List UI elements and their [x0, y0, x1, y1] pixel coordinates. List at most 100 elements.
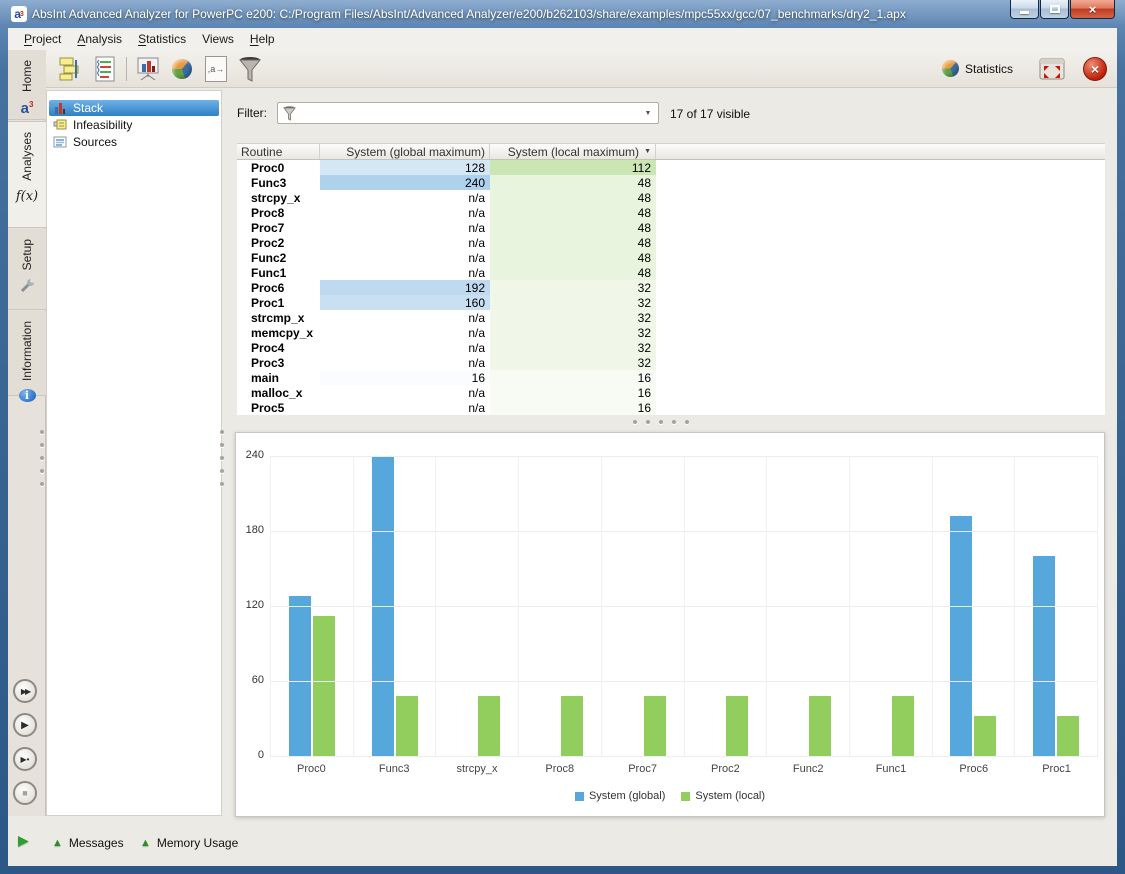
stack-chart-button[interactable]: [133, 54, 163, 84]
wrench-icon: [20, 279, 35, 293]
run-all-button[interactable]: ▶▶: [13, 679, 37, 703]
table-row[interactable]: Proc4 n/a 32: [237, 340, 1105, 355]
local-max-value: 48: [490, 205, 656, 220]
table-row[interactable]: main 16 16: [237, 370, 1105, 385]
table-row[interactable]: Proc0 128 112: [237, 160, 1105, 175]
tab-information[interactable]: Information i: [8, 311, 46, 403]
local-max-value: 112: [490, 160, 656, 175]
table-row[interactable]: Proc1 160 32: [237, 295, 1105, 310]
view-item-stack[interactable]: Stack: [49, 100, 219, 116]
call-graph-button[interactable]: [56, 54, 86, 84]
table-row[interactable]: memcpy_x n/a 32: [237, 325, 1105, 340]
filter-combobox[interactable]: ▼: [277, 102, 659, 124]
x-axis-labels: Proc0 Func3 strcpy_x Proc8 Proc7 Proc2 Func2 Fu…: [270, 763, 1098, 775]
table-row[interactable]: strcmp_x n/a 32: [237, 310, 1105, 325]
close-view-button[interactable]: ×: [1083, 56, 1107, 81]
menu-item-project[interactable]: Project: [16, 29, 69, 49]
x-axis-label: Proc6: [959, 763, 989, 775]
global-max-value: n/a: [468, 265, 485, 280]
splitter-handle-left[interactable]: [40, 430, 46, 486]
minimize-icon: [1020, 10, 1029, 14]
table-row[interactable]: Func1 n/a 48: [237, 265, 1105, 280]
x-axis-label: Func3: [378, 763, 410, 775]
filter-input[interactable]: [296, 104, 638, 122]
stop-button[interactable]: ■: [13, 781, 37, 805]
global-max-value: n/a: [468, 340, 485, 355]
menu-item-analysis[interactable]: Analysis: [69, 29, 130, 49]
splitter-handle-chart[interactable]: [633, 420, 689, 426]
menu-item-statistics[interactable]: Statistics: [130, 29, 194, 49]
table-row[interactable]: Proc6 192 32: [237, 280, 1105, 295]
routine-name: Func2: [251, 250, 287, 265]
chevron-down-icon[interactable]: ▼: [638, 103, 658, 123]
local-max-value: 48: [490, 175, 656, 190]
view-item-sources[interactable]: Sources: [49, 134, 219, 150]
report-list-icon: [95, 56, 115, 81]
filter-button[interactable]: [235, 54, 265, 84]
column-header-routine[interactable]: Routine: [237, 144, 320, 159]
table-row[interactable]: malloc_x n/a 16: [237, 385, 1105, 400]
infeasibility-view-icon: [53, 119, 67, 130]
run-button[interactable]: ▶: [13, 713, 37, 737]
messages-toggle[interactable]: ▲ Messages: [52, 836, 124, 850]
transport-controls: ▶▶ ▶ ▶• ■: [13, 679, 41, 815]
bar-Proc7: [643, 696, 666, 756]
local-max-value: 48: [490, 250, 656, 265]
sort-desc-icon: ▼: [644, 148, 651, 155]
info-icon: i: [18, 389, 36, 403]
table-row[interactable]: Func3 240 48: [237, 175, 1105, 190]
titlebar[interactable]: a3 AbsInt Advanced Analyzer for PowerPC …: [0, 0, 1125, 28]
open-messages-icon[interactable]: ▶: [18, 832, 29, 849]
close-icon: ×: [1088, 1, 1097, 17]
global-max-value: n/a: [468, 355, 485, 370]
x-axis-label: Proc1: [1042, 763, 1071, 775]
routine-name: Proc0: [251, 160, 285, 175]
local-max-value: 16: [490, 370, 656, 385]
view-item-infeasibility[interactable]: Infeasibility: [49, 117, 219, 133]
routine-name: strcpy_x: [251, 190, 301, 205]
bar-Func2: [809, 696, 832, 756]
table-row[interactable]: Proc7 n/a 48: [237, 220, 1105, 235]
pie-chart-button[interactable]: [167, 54, 197, 84]
run-all-icon: ▶▶: [20, 686, 31, 696]
column-header-global[interactable]: System (global maximum): [320, 144, 490, 159]
local-max-value: 48: [490, 265, 656, 280]
run-step-button[interactable]: ▶•: [13, 747, 37, 771]
local-max-value: 32: [490, 295, 656, 310]
table-body: Proc0 128 112 Func3 240 48 strcpy_x n/a 48 Proc8 n…: [237, 160, 1105, 415]
tab-analyses[interactable]: Analyses f(x): [8, 121, 46, 228]
local-max-value: 48: [490, 235, 656, 250]
memory-usage-toggle[interactable]: ▲ Memory Usage: [140, 836, 238, 850]
tab-home[interactable]: Home a3: [8, 50, 46, 120]
column-header-local[interactable]: System (local maximum) ▼: [490, 144, 656, 159]
global-max-value: 16: [320, 370, 490, 385]
table-row[interactable]: Proc3 n/a 32: [237, 355, 1105, 370]
fullscreen-button[interactable]: [1039, 58, 1065, 80]
tab-setup[interactable]: Setup: [8, 229, 46, 310]
maximize-button[interactable]: [1040, 0, 1069, 19]
table-row[interactable]: Proc8 n/a 48: [237, 205, 1105, 220]
export-values-button[interactable]: ,a →: [201, 54, 231, 84]
local-max-value: 32: [490, 355, 656, 370]
absint-logo-icon: a3: [20, 100, 34, 118]
stack-view-icon: [55, 103, 65, 114]
app-window: a3 AbsInt Advanced Analyzer for PowerPC …: [0, 0, 1125, 874]
triangle-up-icon: ▲: [140, 837, 151, 849]
local-max-value: 32: [490, 340, 656, 355]
report-button[interactable]: [90, 54, 120, 84]
minimize-button[interactable]: [1010, 0, 1039, 19]
table-row[interactable]: Proc5 n/a 16: [237, 400, 1105, 415]
menu-item-help[interactable]: Help: [242, 29, 283, 49]
statistics-button[interactable]: Statistics: [965, 62, 1013, 76]
menu-item-views[interactable]: Views: [194, 29, 242, 49]
y-axis-tick: 60: [251, 674, 264, 686]
client-area: Project Analysis Statistics Views Help ,…: [8, 28, 1117, 866]
table-row[interactable]: Func2 n/a 48: [237, 250, 1105, 265]
table-row[interactable]: strcpy_x n/a 48: [237, 190, 1105, 205]
table-row[interactable]: Proc2 n/a 48: [237, 235, 1105, 250]
filter-label: Filter:: [237, 106, 267, 120]
close-button[interactable]: ×: [1070, 0, 1115, 19]
chart-plot-area: [270, 456, 1099, 757]
splitter-handle-panel[interactable]: [220, 430, 226, 486]
menubar: Project Analysis Statistics Views Help: [8, 28, 1117, 50]
